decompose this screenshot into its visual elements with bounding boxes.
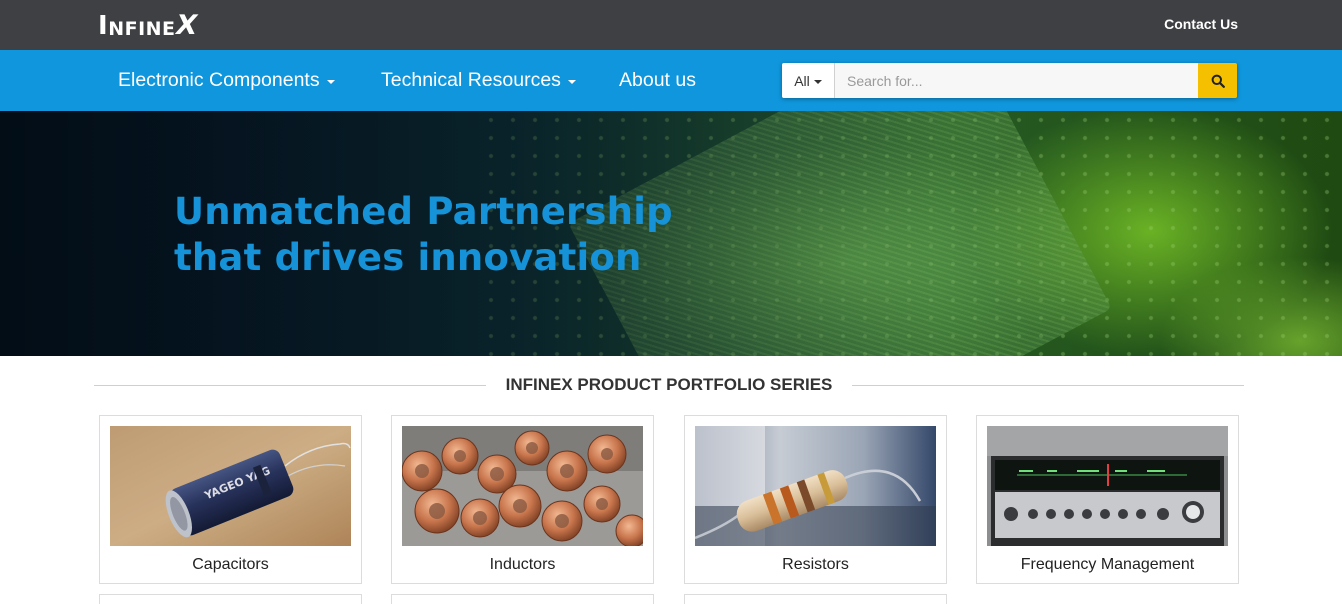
inductors-photo — [402, 426, 643, 546]
top-bar: I NFINE X Contact Us — [0, 0, 1342, 50]
product-card-stub[interactable] — [391, 594, 654, 604]
nav-electronic-components[interactable]: Electronic Components — [118, 69, 335, 92]
search-scope-dropdown[interactable]: All — [782, 63, 835, 98]
caret-down-icon — [813, 79, 822, 84]
product-card-frequency-management[interactable]: Frequency Management — [976, 415, 1239, 584]
hero-headline: Unmatched Partnership that drives innova… — [174, 189, 673, 281]
nav-technical-resources[interactable]: Technical Resources — [381, 69, 576, 92]
product-card-stub[interactable] — [99, 594, 362, 604]
search-scope-label: All — [794, 72, 810, 89]
main-nav: Electronic Components Technical Resource… — [0, 50, 1342, 111]
card-label: Frequency Management — [1020, 556, 1195, 573]
search-bar: All — [782, 63, 1237, 98]
nav-label: About us — [619, 69, 696, 91]
radio-receiver-photo — [987, 426, 1228, 546]
capacitor-photo: YAGEO YAG — [110, 426, 351, 546]
nav-label: Electronic Components — [118, 69, 320, 91]
hero-banner: Unmatched Partnership that drives innova… — [0, 111, 1342, 356]
nav-about-us[interactable]: About us — [619, 69, 696, 92]
card-label: Inductors — [489, 556, 556, 573]
search-icon — [1211, 74, 1225, 88]
portfolio-title: INFINEX PRODUCT PORTFOLIO SERIES — [485, 375, 853, 394]
hero-line-1: Unmatched Partnership — [174, 190, 673, 233]
contact-us-link[interactable]: Contact Us — [1164, 16, 1238, 32]
caret-down-icon — [567, 79, 576, 84]
nav-label: Technical Resources — [381, 69, 561, 91]
resistor-photo — [695, 426, 936, 546]
search-input[interactable] — [835, 63, 1198, 98]
search-button[interactable] — [1198, 63, 1237, 98]
card-label: Capacitors — [192, 556, 269, 573]
product-card-stub[interactable] — [684, 594, 947, 604]
portfolio-heading: INFINEX PRODUCT PORTFOLIO SERIES — [94, 374, 1244, 396]
product-card-resistors[interactable]: Resistors — [684, 415, 947, 584]
product-card-inductors[interactable]: Inductors — [391, 415, 654, 584]
infinex-logo[interactable]: I NFINE X — [98, 10, 200, 41]
card-label: Resistors — [782, 556, 849, 573]
hero-line-2: that drives innovation — [174, 236, 642, 279]
caret-down-icon — [326, 79, 335, 84]
product-card-capacitors[interactable]: YAGEO YAG Capacitors — [99, 415, 362, 584]
